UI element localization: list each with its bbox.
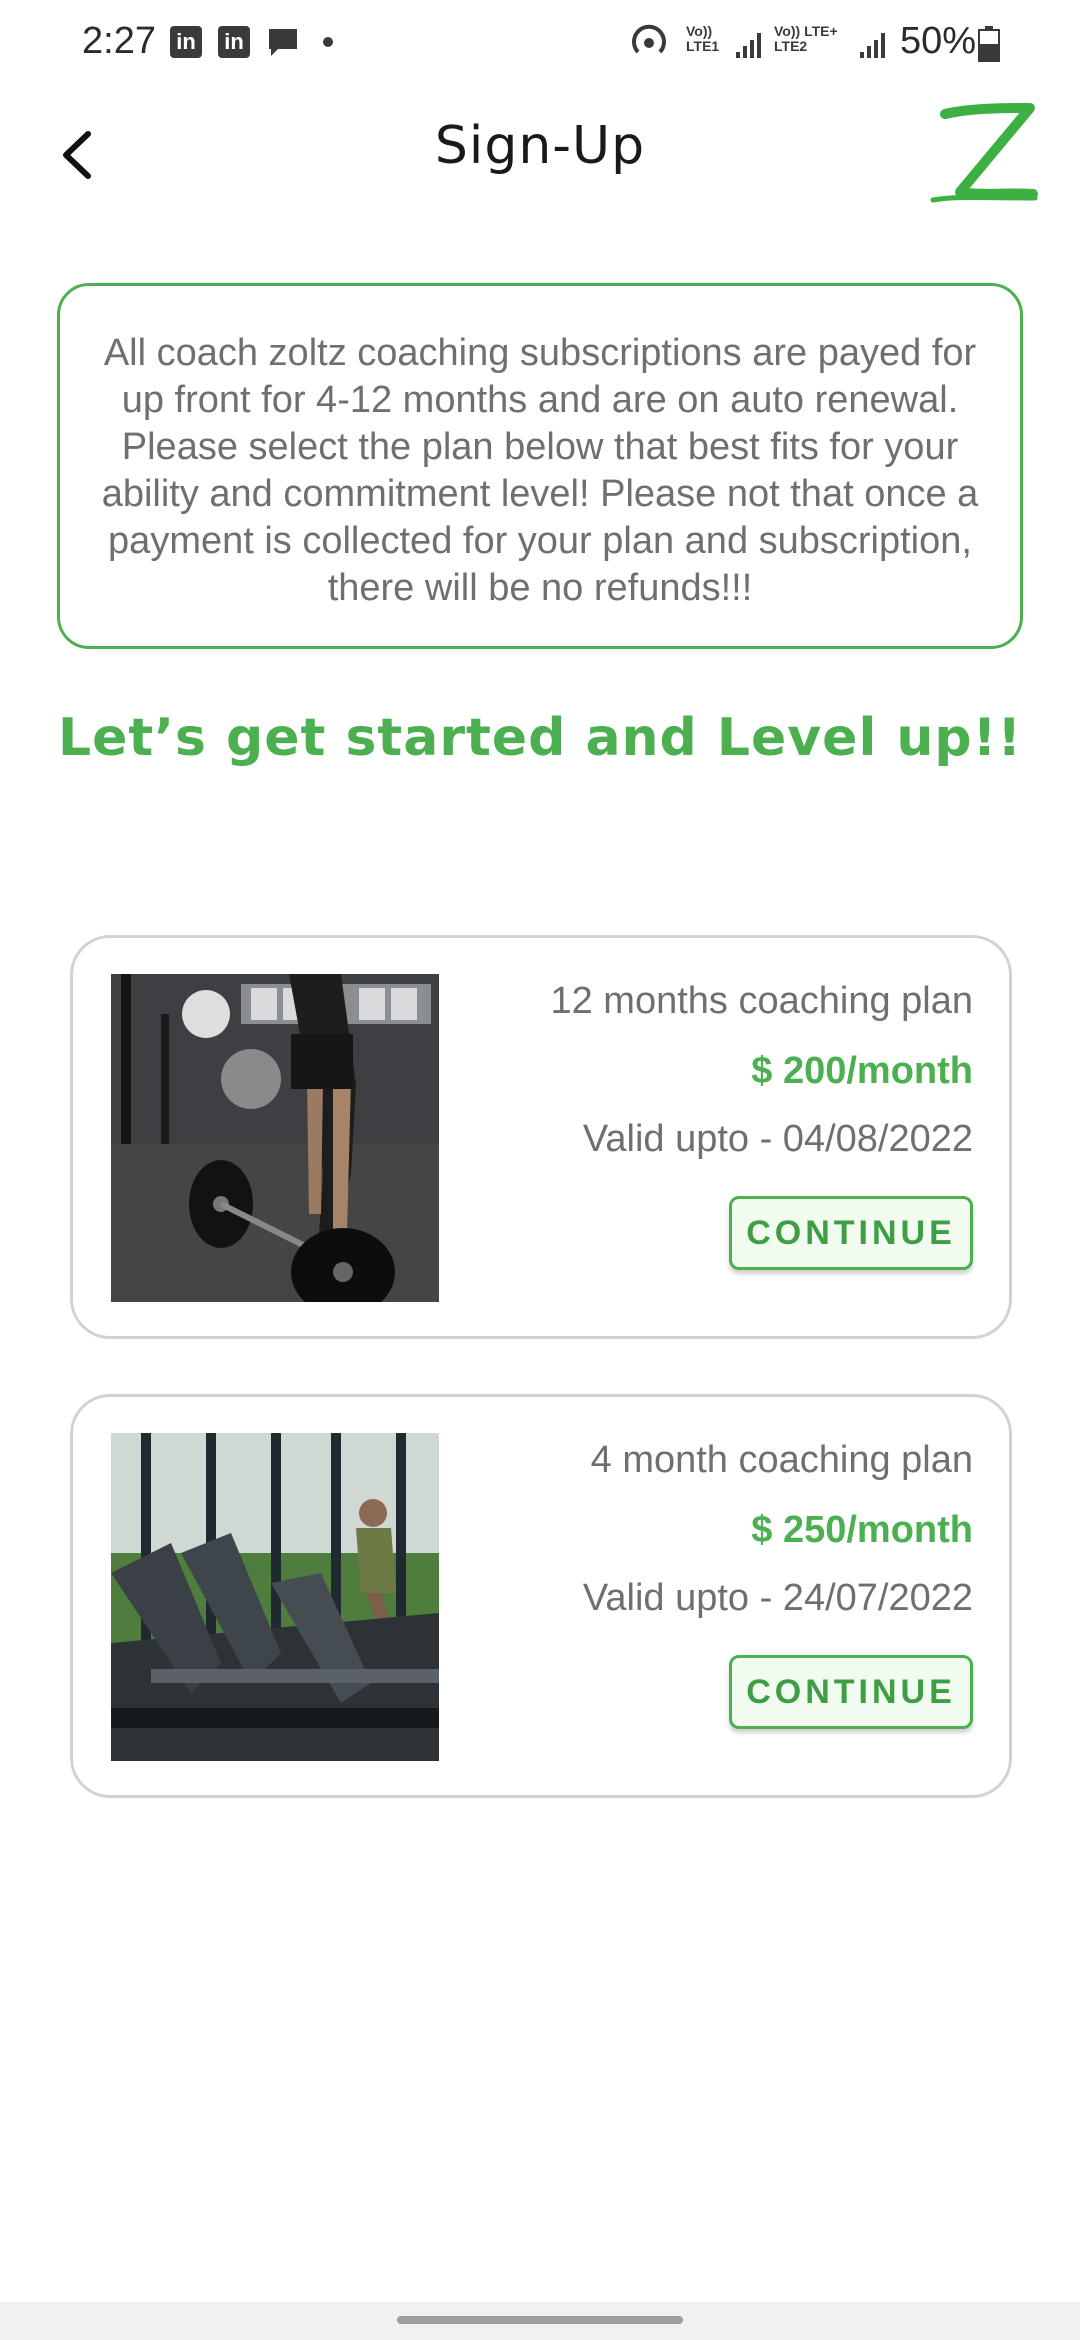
- sim2-bottom-label: LTE2: [774, 38, 808, 54]
- signal-icon: [736, 33, 761, 58]
- more-notifications-dot: [323, 37, 333, 47]
- plan-card-12-months: 12 months coaching plan $ 200/month Vali…: [70, 935, 1012, 1339]
- hotspot-icon: [632, 24, 666, 54]
- signal-icon: [860, 33, 885, 58]
- home-gesture-handle[interactable]: [397, 2316, 683, 2324]
- plan-validity: Valid upto - 24/07/2022: [582, 1577, 973, 1619]
- sim2-top-label: Vo)) LTE+: [774, 23, 838, 39]
- signup-screen: 2:27 in in Vo)) LTE1 Vo)) LTE+ LTE2 50% …: [0, 0, 1080, 2340]
- linkedin-icon: in: [170, 26, 202, 58]
- battery-percent: 50%: [900, 20, 977, 62]
- subscription-info-text: All coach zoltz coaching subscriptions a…: [101, 332, 979, 609]
- page-title: Sign-Up: [434, 116, 646, 176]
- status-time: 2:27: [82, 20, 156, 62]
- system-nav-bar: [0, 2302, 1080, 2340]
- plan-name: 12 months coaching plan: [550, 980, 973, 1022]
- message-icon: [269, 29, 297, 56]
- sim1-top-label: Vo)): [686, 23, 713, 39]
- tagline: Let’s get started and Level up!!: [57, 708, 1023, 768]
- plan-price: $ 250/month: [751, 1509, 973, 1551]
- treadmill-gym-photo: [111, 1433, 439, 1761]
- subscription-info-box: All coach zoltz coaching subscriptions a…: [57, 283, 1023, 649]
- continue-button[interactable]: CONTINUE: [729, 1655, 973, 1729]
- sim1-bottom-label: LTE1: [686, 38, 720, 54]
- plan-price: $ 200/month: [751, 1050, 973, 1092]
- z-logo-icon: [930, 103, 1038, 203]
- sim2-network: Vo)) LTE+ LTE2: [774, 24, 838, 54]
- linkedin-icon: in: [218, 26, 250, 58]
- battery-icon: [978, 26, 1000, 62]
- plan-card-4-months: 4 month coaching plan $ 250/month Valid …: [70, 1394, 1012, 1798]
- sim1-network: Vo)) LTE1: [686, 24, 719, 54]
- plan-name: 4 month coaching plan: [590, 1439, 973, 1481]
- status-bar: 2:27 in in Vo)) LTE1 Vo)) LTE+ LTE2 50%: [0, 0, 1080, 90]
- barbell-gym-photo: [111, 974, 439, 1302]
- plan-validity: Valid upto - 04/08/2022: [582, 1118, 973, 1160]
- continue-button[interactable]: CONTINUE: [729, 1196, 973, 1270]
